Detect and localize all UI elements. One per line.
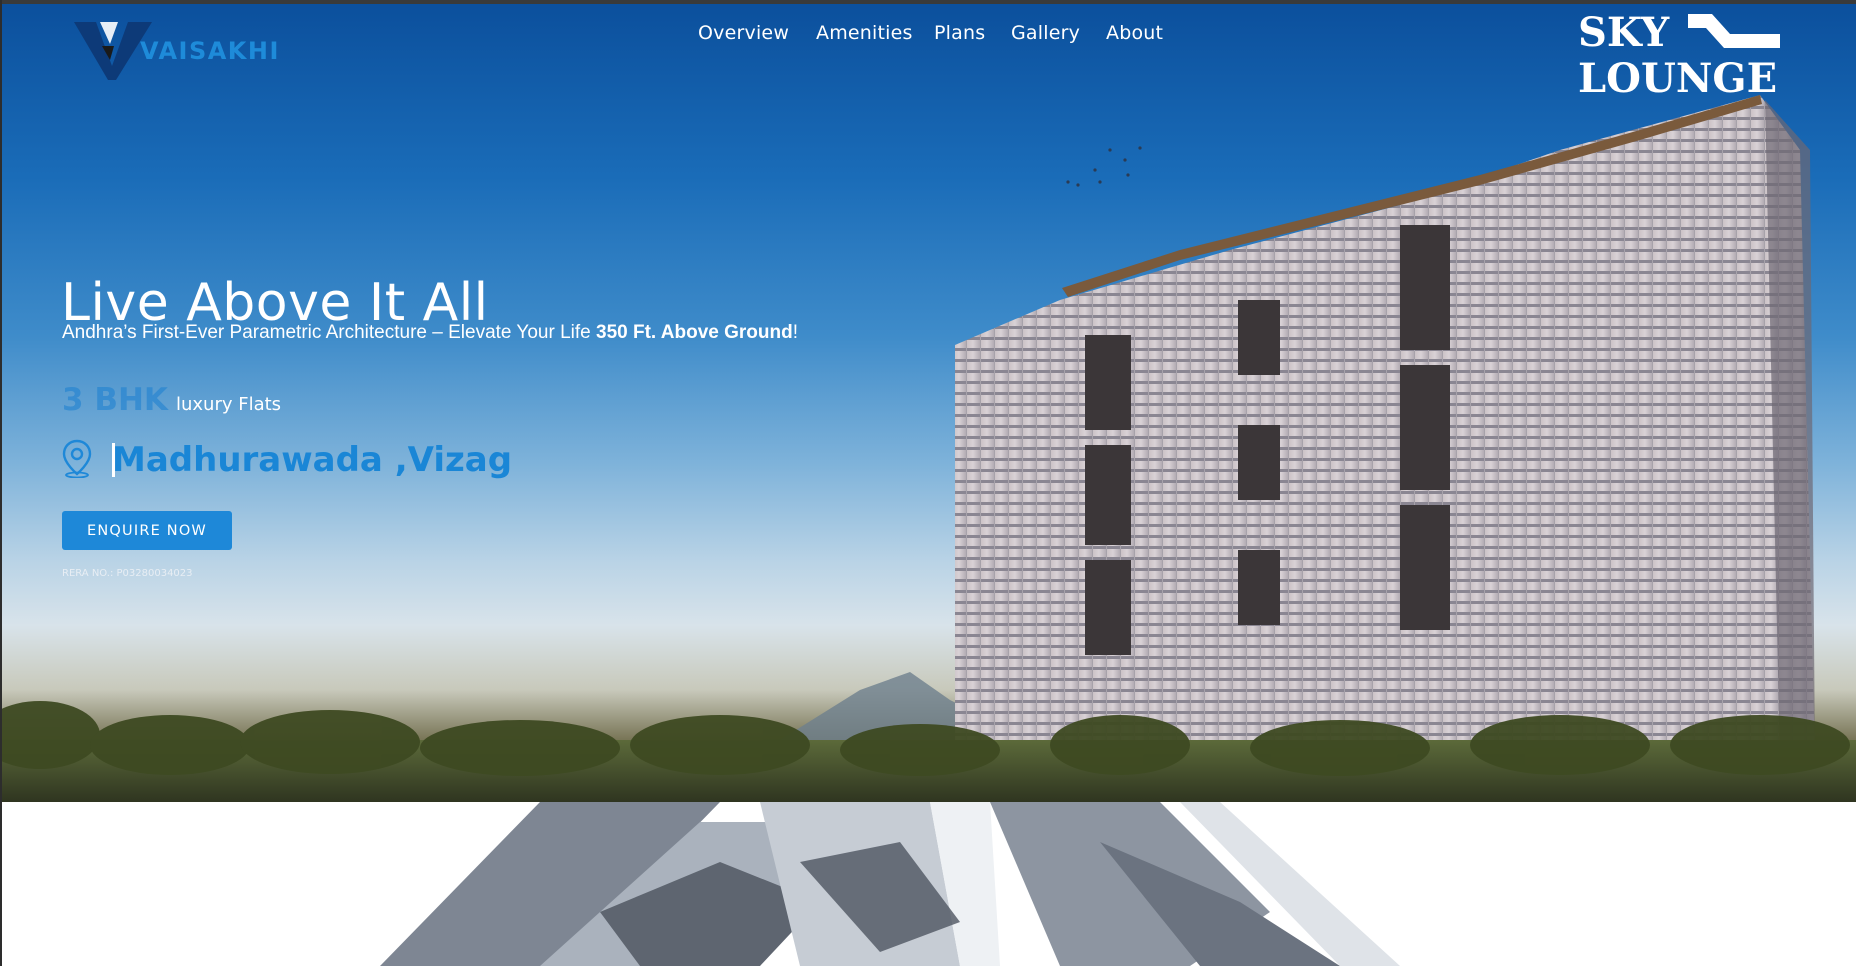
hero-subtitle-prefix: Andhra’s First-Ever Parametric Architect… — [62, 322, 597, 343]
map-pin-icon — [62, 439, 92, 478]
hero-subtitle-bold: 350 Ft. Above Ground — [596, 322, 793, 343]
architecture-closeup-image — [0, 802, 1856, 966]
sky-logo-line1: SKY — [1578, 9, 1670, 56]
nav-item-about[interactable]: About — [1106, 22, 1163, 44]
enquire-now-button[interactable]: ENQUIRE NOW — [62, 511, 232, 550]
sky-lounge-logo[interactable]: SKY LOUNGE — [1574, 8, 1782, 98]
hero-subtitle: Andhra’s First-Ever Parametric Architect… — [62, 322, 798, 344]
hero-banner: VAISAKHI Overview Amenities Plans Galler… — [0, 0, 1856, 802]
rera-number: RERA NO.: P03280034023 — [62, 568, 193, 579]
bhk-description: luxury Flats — [175, 394, 282, 415]
nav-item-amenities[interactable]: Amenities — [816, 22, 913, 44]
location-text: Madhurawada ,Vizag — [112, 440, 513, 480]
sky-logo-line2: LOUNGE — [1578, 55, 1777, 98]
nav-item-gallery[interactable]: Gallery — [1011, 22, 1080, 44]
bhk-line: 3 BHK luxury Flats — [62, 382, 281, 418]
bhk-type: 3 BHK — [62, 382, 168, 418]
nav-item-plans[interactable]: Plans — [934, 22, 985, 44]
window-top-border — [0, 0, 1856, 4]
window-left-border — [0, 0, 2, 966]
hero-subtitle-suffix: ! — [792, 322, 799, 343]
nav-item-overview[interactable]: Overview — [698, 22, 789, 44]
